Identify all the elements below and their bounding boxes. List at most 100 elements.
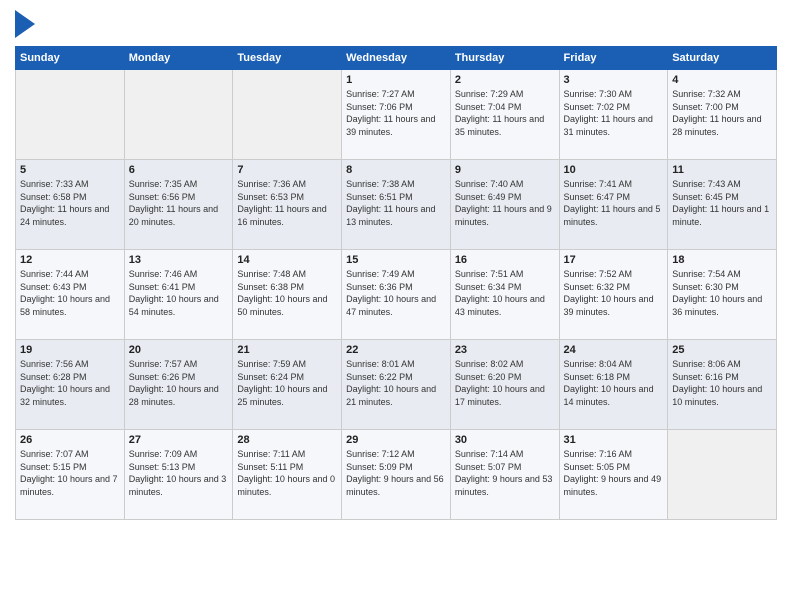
day-info: Sunrise: 7:29 AMSunset: 7:04 PMDaylight:… — [455, 88, 555, 138]
day-info: Sunrise: 7:16 AMSunset: 5:05 PMDaylight:… — [564, 448, 664, 498]
day-number: 2 — [455, 74, 555, 86]
day-number: 1 — [346, 74, 446, 86]
logo — [15, 10, 39, 38]
calendar-cell: 1 Sunrise: 7:27 AMSunset: 7:06 PMDayligh… — [342, 70, 451, 160]
day-info: Sunrise: 8:04 AMSunset: 6:18 PMDaylight:… — [564, 358, 664, 408]
day-info: Sunrise: 7:44 AMSunset: 6:43 PMDaylight:… — [20, 268, 120, 318]
weekday-header: Sunday — [16, 47, 125, 70]
day-number: 25 — [672, 344, 772, 356]
calendar-cell: 17 Sunrise: 7:52 AMSunset: 6:32 PMDaylig… — [559, 250, 668, 340]
day-info: Sunrise: 8:06 AMSunset: 6:16 PMDaylight:… — [672, 358, 772, 408]
calendar-cell: 18 Sunrise: 7:54 AMSunset: 6:30 PMDaylig… — [668, 250, 777, 340]
day-info: Sunrise: 7:32 AMSunset: 7:00 PMDaylight:… — [672, 88, 772, 138]
calendar-cell: 21 Sunrise: 7:59 AMSunset: 6:24 PMDaylig… — [233, 340, 342, 430]
calendar-cell: 23 Sunrise: 8:02 AMSunset: 6:20 PMDaylig… — [450, 340, 559, 430]
day-number: 8 — [346, 164, 446, 176]
day-number: 20 — [129, 344, 229, 356]
day-info: Sunrise: 7:57 AMSunset: 6:26 PMDaylight:… — [129, 358, 229, 408]
day-number: 28 — [237, 434, 337, 446]
weekday-header: Thursday — [450, 47, 559, 70]
weekday-header: Tuesday — [233, 47, 342, 70]
calendar-cell — [668, 430, 777, 520]
page-header — [15, 10, 777, 38]
calendar-cell: 11 Sunrise: 7:43 AMSunset: 6:45 PMDaylig… — [668, 160, 777, 250]
day-number: 12 — [20, 254, 120, 266]
calendar-cell: 10 Sunrise: 7:41 AMSunset: 6:47 PMDaylig… — [559, 160, 668, 250]
day-number: 22 — [346, 344, 446, 356]
day-number: 19 — [20, 344, 120, 356]
calendar-week-row: 12 Sunrise: 7:44 AMSunset: 6:43 PMDaylig… — [16, 250, 777, 340]
calendar-cell: 4 Sunrise: 7:32 AMSunset: 7:00 PMDayligh… — [668, 70, 777, 160]
day-number: 6 — [129, 164, 229, 176]
calendar-cell: 27 Sunrise: 7:09 AMSunset: 5:13 PMDaylig… — [124, 430, 233, 520]
day-number: 16 — [455, 254, 555, 266]
day-number: 3 — [564, 74, 664, 86]
day-number: 31 — [564, 434, 664, 446]
weekday-header: Wednesday — [342, 47, 451, 70]
calendar-cell: 6 Sunrise: 7:35 AMSunset: 6:56 PMDayligh… — [124, 160, 233, 250]
day-info: Sunrise: 7:48 AMSunset: 6:38 PMDaylight:… — [237, 268, 337, 318]
day-info: Sunrise: 7:07 AMSunset: 5:15 PMDaylight:… — [20, 448, 120, 498]
day-number: 9 — [455, 164, 555, 176]
day-number: 26 — [20, 434, 120, 446]
day-info: Sunrise: 7:11 AMSunset: 5:11 PMDaylight:… — [237, 448, 337, 498]
calendar-cell: 16 Sunrise: 7:51 AMSunset: 6:34 PMDaylig… — [450, 250, 559, 340]
calendar-cell: 20 Sunrise: 7:57 AMSunset: 6:26 PMDaylig… — [124, 340, 233, 430]
calendar-cell: 5 Sunrise: 7:33 AMSunset: 6:58 PMDayligh… — [16, 160, 125, 250]
day-number: 4 — [672, 74, 772, 86]
day-number: 7 — [237, 164, 337, 176]
calendar-week-row: 26 Sunrise: 7:07 AMSunset: 5:15 PMDaylig… — [16, 430, 777, 520]
day-number: 29 — [346, 434, 446, 446]
day-info: Sunrise: 7:30 AMSunset: 7:02 PMDaylight:… — [564, 88, 664, 138]
calendar-cell — [124, 70, 233, 160]
day-number: 11 — [672, 164, 772, 176]
calendar-cell: 14 Sunrise: 7:48 AMSunset: 6:38 PMDaylig… — [233, 250, 342, 340]
day-number: 14 — [237, 254, 337, 266]
day-info: Sunrise: 7:52 AMSunset: 6:32 PMDaylight:… — [564, 268, 664, 318]
calendar-week-row: 5 Sunrise: 7:33 AMSunset: 6:58 PMDayligh… — [16, 160, 777, 250]
day-number: 23 — [455, 344, 555, 356]
calendar-cell — [233, 70, 342, 160]
day-info: Sunrise: 7:36 AMSunset: 6:53 PMDaylight:… — [237, 178, 337, 228]
day-number: 5 — [20, 164, 120, 176]
day-number: 18 — [672, 254, 772, 266]
weekday-header: Monday — [124, 47, 233, 70]
calendar-cell: 2 Sunrise: 7:29 AMSunset: 7:04 PMDayligh… — [450, 70, 559, 160]
calendar-cell: 8 Sunrise: 7:38 AMSunset: 6:51 PMDayligh… — [342, 160, 451, 250]
day-info: Sunrise: 7:59 AMSunset: 6:24 PMDaylight:… — [237, 358, 337, 408]
day-number: 21 — [237, 344, 337, 356]
day-info: Sunrise: 7:12 AMSunset: 5:09 PMDaylight:… — [346, 448, 446, 498]
weekday-header-row: SundayMondayTuesdayWednesdayThursdayFrid… — [16, 47, 777, 70]
calendar-cell — [16, 70, 125, 160]
day-info: Sunrise: 8:02 AMSunset: 6:20 PMDaylight:… — [455, 358, 555, 408]
day-number: 24 — [564, 344, 664, 356]
day-info: Sunrise: 7:35 AMSunset: 6:56 PMDaylight:… — [129, 178, 229, 228]
calendar-cell: 30 Sunrise: 7:14 AMSunset: 5:07 PMDaylig… — [450, 430, 559, 520]
day-info: Sunrise: 7:14 AMSunset: 5:07 PMDaylight:… — [455, 448, 555, 498]
calendar-cell: 24 Sunrise: 8:04 AMSunset: 6:18 PMDaylig… — [559, 340, 668, 430]
day-number: 10 — [564, 164, 664, 176]
calendar-cell: 3 Sunrise: 7:30 AMSunset: 7:02 PMDayligh… — [559, 70, 668, 160]
calendar-cell: 25 Sunrise: 8:06 AMSunset: 6:16 PMDaylig… — [668, 340, 777, 430]
calendar-table: SundayMondayTuesdayWednesdayThursdayFrid… — [15, 46, 777, 520]
calendar-cell: 31 Sunrise: 7:16 AMSunset: 5:05 PMDaylig… — [559, 430, 668, 520]
calendar-cell: 9 Sunrise: 7:40 AMSunset: 6:49 PMDayligh… — [450, 160, 559, 250]
day-info: Sunrise: 7:54 AMSunset: 6:30 PMDaylight:… — [672, 268, 772, 318]
calendar-week-row: 1 Sunrise: 7:27 AMSunset: 7:06 PMDayligh… — [16, 70, 777, 160]
calendar-cell: 26 Sunrise: 7:07 AMSunset: 5:15 PMDaylig… — [16, 430, 125, 520]
day-info: Sunrise: 7:27 AMSunset: 7:06 PMDaylight:… — [346, 88, 446, 138]
day-info: Sunrise: 7:09 AMSunset: 5:13 PMDaylight:… — [129, 448, 229, 498]
calendar-cell: 7 Sunrise: 7:36 AMSunset: 6:53 PMDayligh… — [233, 160, 342, 250]
calendar-cell: 13 Sunrise: 7:46 AMSunset: 6:41 PMDaylig… — [124, 250, 233, 340]
day-info: Sunrise: 7:46 AMSunset: 6:41 PMDaylight:… — [129, 268, 229, 318]
day-info: Sunrise: 7:38 AMSunset: 6:51 PMDaylight:… — [346, 178, 446, 228]
day-info: Sunrise: 7:51 AMSunset: 6:34 PMDaylight:… — [455, 268, 555, 318]
calendar-cell: 19 Sunrise: 7:56 AMSunset: 6:28 PMDaylig… — [16, 340, 125, 430]
day-number: 27 — [129, 434, 229, 446]
day-number: 17 — [564, 254, 664, 266]
day-info: Sunrise: 8:01 AMSunset: 6:22 PMDaylight:… — [346, 358, 446, 408]
day-number: 15 — [346, 254, 446, 266]
calendar-cell: 15 Sunrise: 7:49 AMSunset: 6:36 PMDaylig… — [342, 250, 451, 340]
calendar-cell: 22 Sunrise: 8:01 AMSunset: 6:22 PMDaylig… — [342, 340, 451, 430]
calendar-cell: 28 Sunrise: 7:11 AMSunset: 5:11 PMDaylig… — [233, 430, 342, 520]
